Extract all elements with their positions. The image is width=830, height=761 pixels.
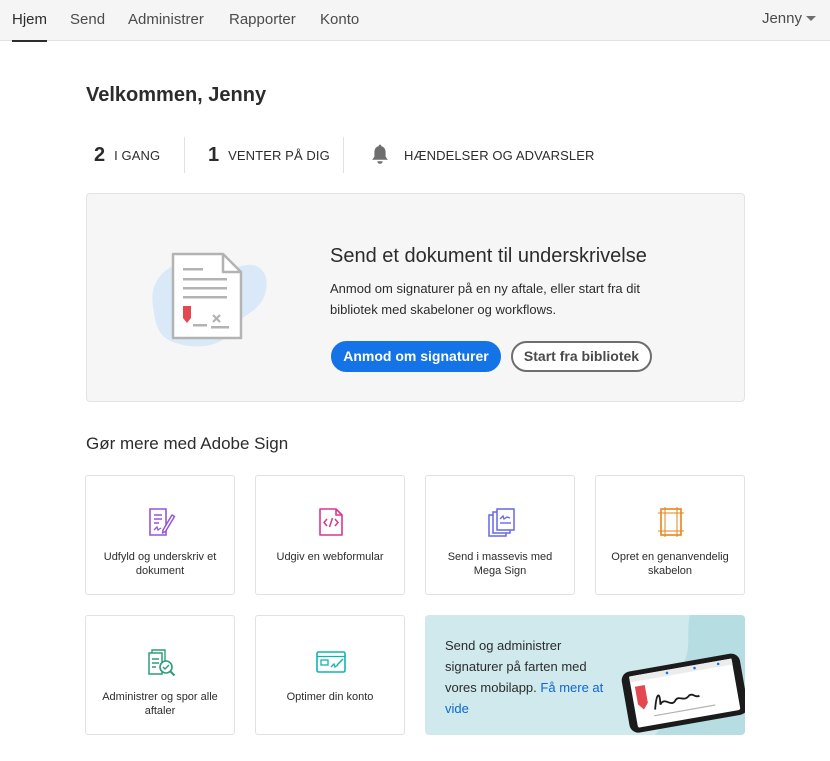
mobile-app-promo: Send og administrer signaturer på farten… — [425, 615, 745, 735]
tile-label: Administrer og spor alle aftaler — [102, 691, 218, 717]
web-form-icon — [319, 508, 343, 536]
tile-label: Send i massevis med Mega Sign — [447, 551, 553, 577]
nav-tab-reports[interactable]: Rapporter — [229, 0, 296, 41]
document-signature-icon — [152, 252, 267, 347]
bell-icon — [372, 144, 388, 164]
mega-sign-icon — [488, 508, 515, 537]
mobile-phone-signature-icon — [621, 615, 745, 735]
tile-label: Opret en genanvendelig skabelon — [611, 551, 729, 577]
request-signatures-button[interactable]: Anmod om signaturer — [331, 341, 501, 372]
tile-mega-sign[interactable]: Send i massevis med Mega Sign — [425, 475, 575, 595]
stat-count: 2 — [94, 143, 106, 166]
stat-label: VENTER PÅ DIG — [228, 147, 330, 163]
tile-manage-track[interactable]: Administrer og spor alle aftaler — [85, 615, 235, 735]
promo-text: Send og administrer signaturer på farten… — [445, 635, 615, 719]
send-document-card: Send et dokument til underskrivelse Anmo… — [86, 193, 745, 402]
user-name: Jenny — [761, 10, 802, 27]
start-from-library-button[interactable]: Start fra bibliotek — [511, 341, 652, 372]
optimize-account-icon — [316, 651, 346, 673]
welcome-heading: Velkommen, Jenny — [86, 84, 267, 106]
card-title: Send et dokument til underskrivelse — [330, 245, 647, 267]
stat-waiting[interactable]: 1 VENTER PÅ DIG — [208, 137, 330, 173]
section-title: Gør mere med Adobe Sign — [86, 434, 289, 453]
nav-tab-account[interactable]: Konto — [320, 0, 359, 41]
tile-label: Optimer din konto — [286, 691, 374, 703]
tile-web-form[interactable]: Udgiv en webformular — [255, 475, 405, 595]
divider — [184, 137, 185, 173]
stat-events-alerts[interactable]: HÆNDELSER OG ADVARSLER — [370, 137, 595, 173]
nav-tab-send[interactable]: Send — [70, 0, 105, 41]
card-description: Anmod om signaturer på en ny aftale, ell… — [330, 281, 640, 317]
divider — [343, 137, 344, 173]
template-icon — [658, 507, 684, 537]
chevron-down-icon — [806, 16, 816, 21]
tile-label: Udfyld og underskriv et dokument — [103, 551, 217, 577]
stat-count: 1 — [208, 143, 220, 166]
stat-label: I GANG — [114, 147, 161, 163]
nav-tab-home[interactable]: Hjem — [12, 0, 48, 42]
fill-sign-icon — [149, 508, 176, 536]
user-menu[interactable]: Jenny — [762, 0, 816, 40]
stat-label: HÆNDELSER OG ADVARSLER — [404, 147, 595, 163]
tile-label: Udgiv en webformular — [276, 551, 384, 563]
manage-track-icon — [148, 649, 176, 677]
stat-in-progress[interactable]: 2 I GANG — [94, 137, 160, 173]
tile-fill-and-sign[interactable]: Udfyld og underskriv et dokument — [85, 475, 235, 595]
tile-reusable-template[interactable]: Opret en genanvendelig skabelon — [595, 475, 745, 595]
top-navigation: Hjem Send Administrer Rapporter Konto Je… — [0, 0, 830, 42]
tile-optimize-account[interactable]: Optimer din konto — [255, 615, 405, 735]
nav-tab-manage[interactable]: Administrer — [128, 0, 204, 41]
